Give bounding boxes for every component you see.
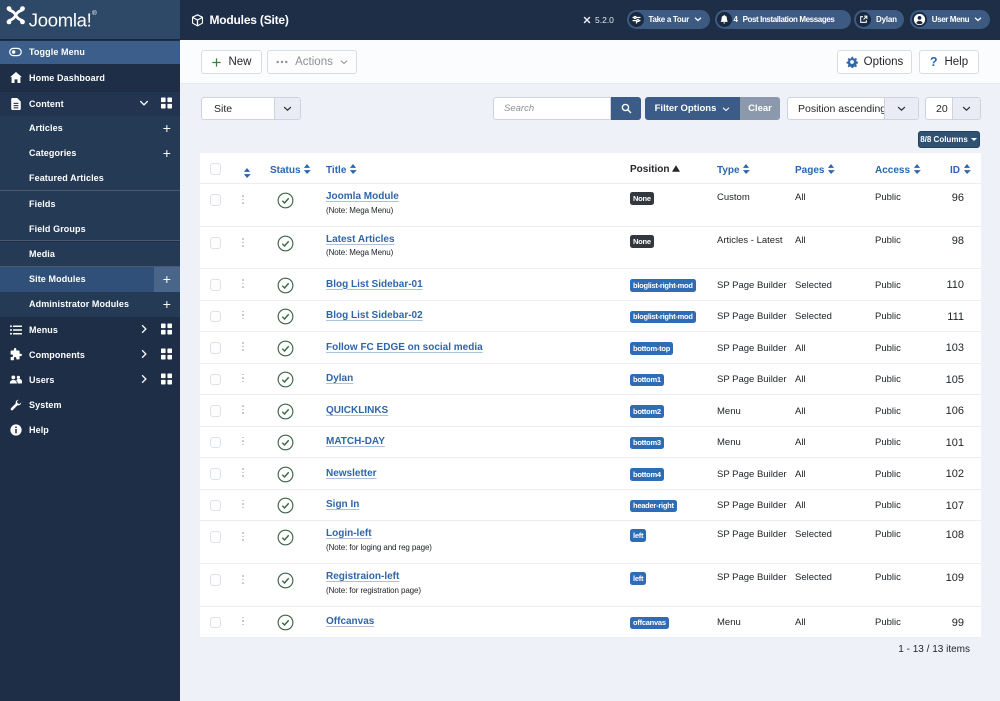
svg-text:®: ® (92, 9, 97, 17)
svg-text:Joomla!: Joomla! (29, 10, 92, 31)
